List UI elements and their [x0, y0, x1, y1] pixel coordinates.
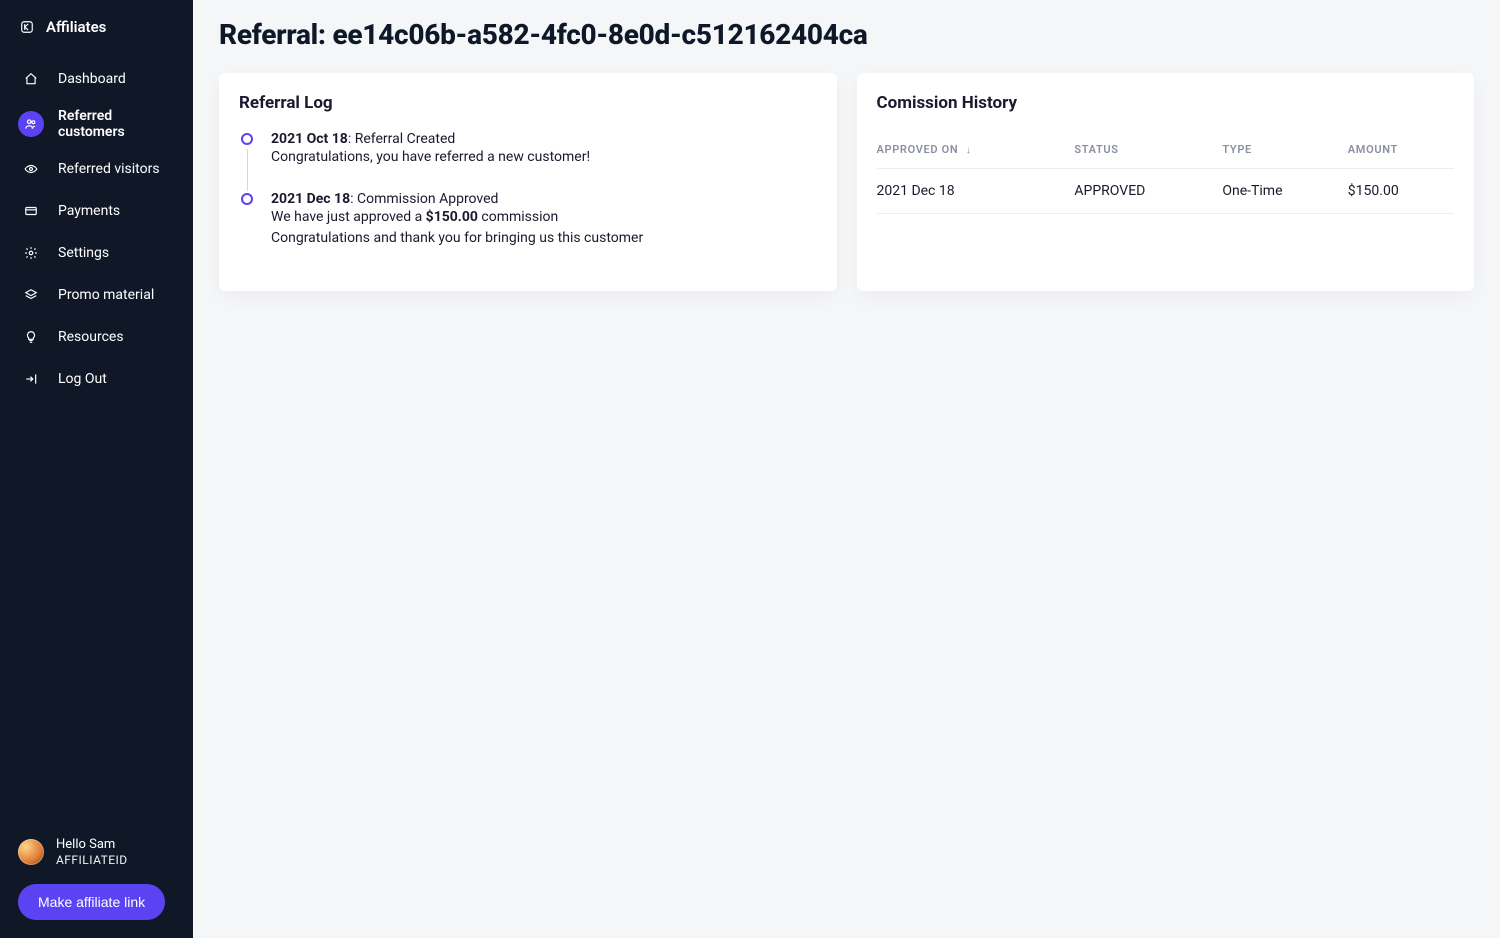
timeline-item: 2021 Dec 18: Commission Approved We have… [241, 191, 817, 250]
col-approved-on[interactable]: APPROVED ON ↓ [877, 131, 1075, 169]
card-title: Referral Log [239, 93, 817, 113]
users-icon [18, 111, 44, 137]
col-status[interactable]: STATUS [1074, 131, 1222, 169]
sidebar: Affiliates Dashboard Referred customers … [0, 0, 193, 938]
layers-icon [18, 282, 44, 308]
brand-logo-icon [18, 18, 36, 36]
sidebar-item-referred-customers[interactable]: Referred customers [8, 100, 185, 148]
table-header-row: APPROVED ON ↓ STATUS TYPE AMOUNT [877, 131, 1455, 169]
avatar [18, 839, 44, 865]
sidebar-item-payments[interactable]: Payments [8, 190, 185, 232]
table-row: 2021 Dec 18 APPROVED One-Time $150.00 [877, 169, 1455, 214]
timeline-dot-icon [241, 193, 253, 205]
sidebar-item-label: Resources [58, 329, 124, 345]
logout-icon [18, 366, 44, 392]
col-label: TYPE [1222, 143, 1252, 156]
cell-status: APPROVED [1074, 169, 1222, 214]
col-label: AMOUNT [1348, 143, 1398, 156]
col-type[interactable]: TYPE [1222, 131, 1347, 169]
user-text: Hello Sam AFFILIATEID [56, 837, 128, 868]
sidebar-item-referred-visitors[interactable]: Referred visitors [8, 148, 185, 190]
timeline-body-line2: Congratulations and thank you for bringi… [271, 230, 643, 246]
sidebar-item-dashboard[interactable]: Dashboard [8, 58, 185, 100]
brand-label: Affiliates [46, 18, 106, 36]
card-title: Comission History [877, 93, 1455, 113]
gear-icon [18, 240, 44, 266]
home-icon [18, 66, 44, 92]
timeline-body: Congratulations, you have referred a new… [271, 147, 817, 169]
make-affiliate-link-button[interactable]: Make affiliate link [18, 884, 165, 920]
card-commission-history: Comission History APPROVED ON ↓ STATUS T… [857, 73, 1475, 291]
timeline: 2021 Oct 18: Referral Created Congratula… [239, 131, 817, 250]
col-amount[interactable]: AMOUNT [1348, 131, 1454, 169]
sidebar-footer: Hello Sam AFFILIATEID Make affiliate lin… [0, 837, 193, 920]
sidebar-item-resources[interactable]: Resources [8, 316, 185, 358]
timeline-headline-text: Referral Created [355, 131, 456, 147]
credit-card-icon [18, 198, 44, 224]
sidebar-item-label: Log Out [58, 371, 107, 387]
cell-type: One-Time [1222, 169, 1347, 214]
sidebar-item-label: Promo material [58, 287, 154, 303]
page-title: Referral: ee14c06b-a582-4fc0-8e0d-c51216… [219, 18, 1474, 51]
card-referral-log: Referral Log 2021 Oct 18: Referral Creat… [219, 73, 837, 291]
timeline-body: We have just approved a $150.00 commissi… [271, 207, 817, 250]
sidebar-item-logout[interactable]: Log Out [8, 358, 185, 400]
timeline-date: 2021 Oct 18 [271, 131, 348, 147]
timeline-headline: 2021 Oct 18: Referral Created [271, 131, 817, 147]
cards: Referral Log 2021 Oct 18: Referral Creat… [219, 73, 1474, 291]
sidebar-item-promo-material[interactable]: Promo material [8, 274, 185, 316]
timeline-connector [247, 149, 248, 191]
timeline-body-pre: We have just approved a [271, 209, 426, 225]
user-greeting: Hello Sam [56, 837, 128, 853]
timeline-date: 2021 Dec 18 [271, 191, 350, 207]
timeline-body-post: commission [478, 209, 558, 225]
col-label: STATUS [1074, 143, 1118, 156]
timeline-item: 2021 Oct 18: Referral Created Congratula… [241, 131, 817, 169]
user-id: AFFILIATEID [56, 853, 128, 868]
cell-amount: $150.00 [1348, 169, 1454, 214]
lightbulb-icon [18, 324, 44, 350]
sidebar-item-label: Referred customers [58, 108, 175, 140]
cell-approved-on: 2021 Dec 18 [877, 169, 1075, 214]
timeline-body-amount: $150.00 [426, 209, 478, 225]
timeline-dot-icon [241, 133, 253, 145]
sidebar-item-label: Referred visitors [58, 161, 160, 177]
sidebar-item-label: Dashboard [58, 71, 126, 87]
sidebar-item-label: Payments [58, 203, 120, 219]
timeline-headline: 2021 Dec 18: Commission Approved [271, 191, 817, 207]
sidebar-item-label: Settings [58, 245, 109, 261]
sidebar-item-settings[interactable]: Settings [8, 232, 185, 274]
brand: Affiliates [0, 18, 193, 58]
sidebar-nav: Dashboard Referred customers Referred vi… [0, 58, 193, 400]
col-label: APPROVED ON [877, 143, 959, 156]
main: Referral: ee14c06b-a582-4fc0-8e0d-c51216… [193, 0, 1500, 938]
eye-icon [18, 156, 44, 182]
user-row: Hello Sam AFFILIATEID [18, 837, 175, 868]
commission-table: APPROVED ON ↓ STATUS TYPE AMOUNT 2021 De… [877, 131, 1455, 214]
timeline-headline-text: Commission Approved [357, 191, 498, 207]
sort-desc-icon: ↓ [966, 145, 972, 156]
